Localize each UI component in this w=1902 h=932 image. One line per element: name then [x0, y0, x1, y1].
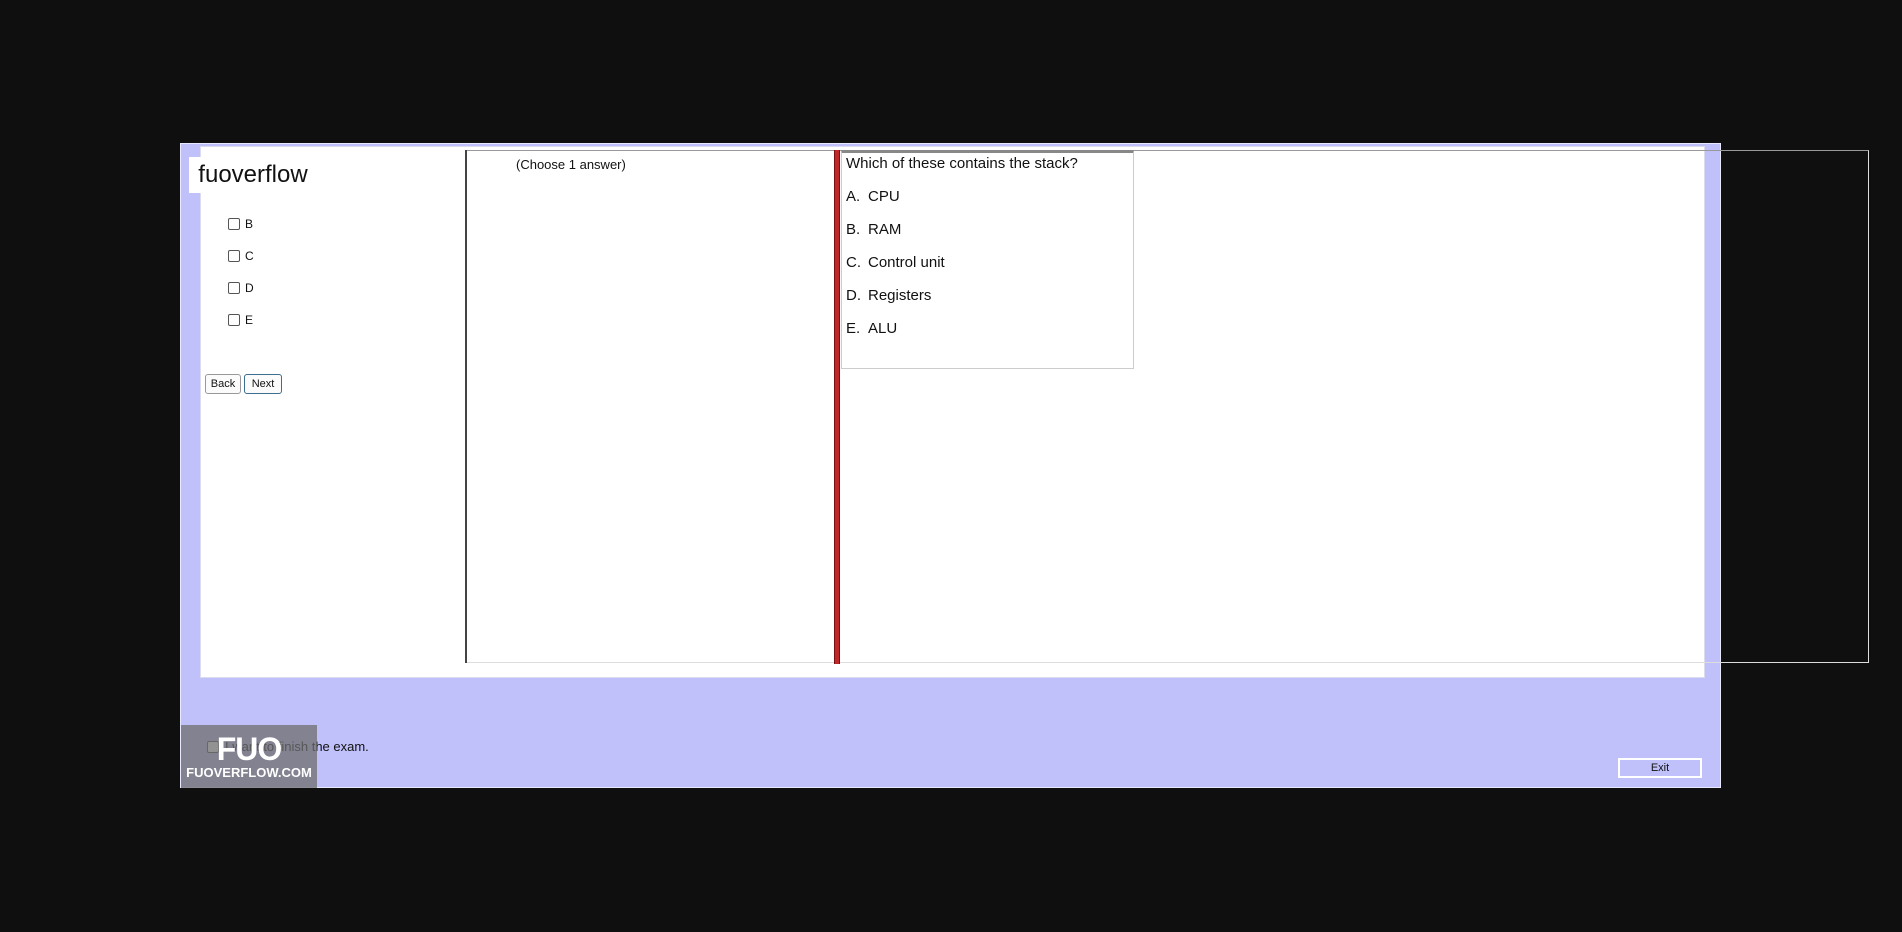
- option-text: RAM: [868, 221, 902, 238]
- option-letter: E.: [846, 320, 861, 337]
- question-option-c: C. Control unit: [846, 254, 945, 271]
- question-option-b: B. RAM: [846, 221, 901, 238]
- answer-label-b: B: [245, 217, 254, 231]
- exit-button[interactable]: Exit: [1618, 758, 1702, 778]
- answer-checkbox-d[interactable]: [228, 282, 240, 294]
- option-text: Control unit: [868, 254, 945, 271]
- answer-option-b[interactable]: B: [228, 217, 253, 231]
- logo-mark: FUO: [216, 731, 283, 767]
- option-text: CPU: [868, 188, 900, 205]
- panel-splitter[interactable]: [834, 150, 840, 664]
- answer-label-d: D: [245, 281, 254, 295]
- choose-instruction: (Choose 1 answer): [516, 157, 626, 172]
- watermark-label: fuoverflow: [189, 157, 317, 193]
- question-text: Which of these contains the stack?: [846, 155, 1078, 172]
- answer-checkbox-b[interactable]: [228, 218, 240, 230]
- next-button[interactable]: Next: [244, 374, 282, 394]
- option-letter: D.: [846, 287, 861, 304]
- logo-text: FUOVERFLOW.COM: [186, 765, 312, 780]
- answer-option-d[interactable]: D: [228, 281, 254, 295]
- option-text: Registers: [868, 287, 932, 304]
- fuoverflow-logo: FUO FUOVERFLOW.COM: [181, 725, 317, 788]
- option-letter: B.: [846, 221, 861, 238]
- option-letter: A.: [846, 188, 861, 205]
- exam-window: A B C D E Back Next (Choose 1 answer: [180, 143, 1869, 788]
- question-area: [467, 150, 1869, 663]
- answer-option-c[interactable]: C: [228, 249, 254, 263]
- exam-panel: A B C D E Back Next (Choose 1 answer: [200, 146, 1869, 678]
- question-option-a: A. CPU: [846, 188, 900, 205]
- question-option-e: E. ALU: [846, 320, 897, 337]
- answer-label-c: C: [245, 249, 254, 263]
- back-button[interactable]: Back: [205, 374, 241, 394]
- answer-selector: A B C D E Back Next: [201, 147, 285, 677]
- answer-label-e: E: [245, 313, 254, 327]
- option-letter: C.: [846, 254, 861, 271]
- question-box: Which of these contains the stack? A. CPU…: [841, 150, 1134, 369]
- answer-option-e[interactable]: E: [228, 313, 253, 327]
- answer-checkbox-c[interactable]: [228, 250, 240, 262]
- question-option-d: D. Registers: [846, 287, 931, 304]
- option-text: ALU: [868, 320, 898, 337]
- answer-checkbox-e[interactable]: [228, 314, 240, 326]
